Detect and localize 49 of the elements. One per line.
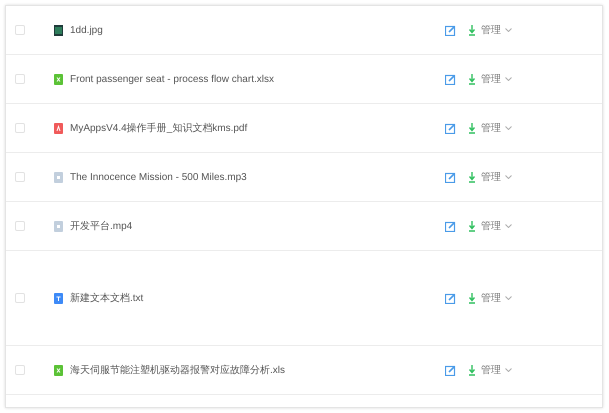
chevron-down-icon [505,28,512,32]
checkbox[interactable] [15,172,25,182]
manage-dropdown[interactable]: 管理 [481,22,512,38]
text-file-icon [54,292,63,304]
checkbox[interactable] [15,365,25,375]
manage-dropdown[interactable]: 管理 [481,120,512,136]
edit-icon[interactable] [445,24,456,36]
download-icon[interactable] [468,24,476,36]
edit-icon[interactable] [445,292,456,304]
file-name[interactable]: 海天伺服节能注塑机驱动器报警对应故障分析.xls [70,362,285,378]
pdf-file-icon [54,122,63,134]
file-name[interactable]: The Innocence Mission - 500 Miles.mp3 [70,170,247,184]
file-name[interactable]: 1dd.jpg [70,22,103,38]
download-icon[interactable] [468,292,476,304]
checkbox[interactable] [15,293,25,303]
chevron-down-icon [505,126,512,130]
edit-icon[interactable] [445,220,456,232]
chevron-down-icon [505,368,512,372]
image-file-icon [54,24,63,36]
spreadsheet-file-icon [54,364,63,376]
file-name[interactable]: MyAppsV4.4操作手册_知识文档kms.pdf [70,120,248,136]
checkbox[interactable] [15,74,25,84]
file-icon [54,220,63,232]
chevron-down-icon [505,296,512,300]
chevron-down-icon [505,77,512,81]
manage-dropdown[interactable]: 管理 [481,170,512,184]
checkbox[interactable] [15,221,25,231]
file-name[interactable]: 开发平台.mp4 [70,218,132,234]
manage-dropdown[interactable]: 管理 [481,72,512,86]
download-icon[interactable] [468,172,476,182]
chevron-down-icon [505,224,512,228]
edit-icon[interactable] [445,74,456,84]
edit-icon[interactable] [445,122,456,134]
checkbox[interactable] [15,123,25,133]
download-icon[interactable] [468,74,476,84]
spreadsheet-file-icon [54,74,63,84]
chevron-down-icon [505,175,512,179]
checkbox[interactable] [15,25,25,35]
file-name[interactable]: 新建文本文档.txt [70,290,144,306]
file-icon [54,172,63,182]
edit-icon[interactable] [445,364,456,376]
download-icon[interactable] [468,364,476,376]
download-icon[interactable] [468,122,476,134]
manage-dropdown[interactable]: 管理 [481,218,512,234]
file-name[interactable]: Front passenger seat - process flow chart.xlsx [70,72,274,86]
manage-dropdown[interactable]: 管理 [481,290,512,306]
download-icon[interactable] [468,220,476,232]
manage-dropdown[interactable]: 管理 [481,362,512,378]
edit-icon[interactable] [445,172,456,182]
